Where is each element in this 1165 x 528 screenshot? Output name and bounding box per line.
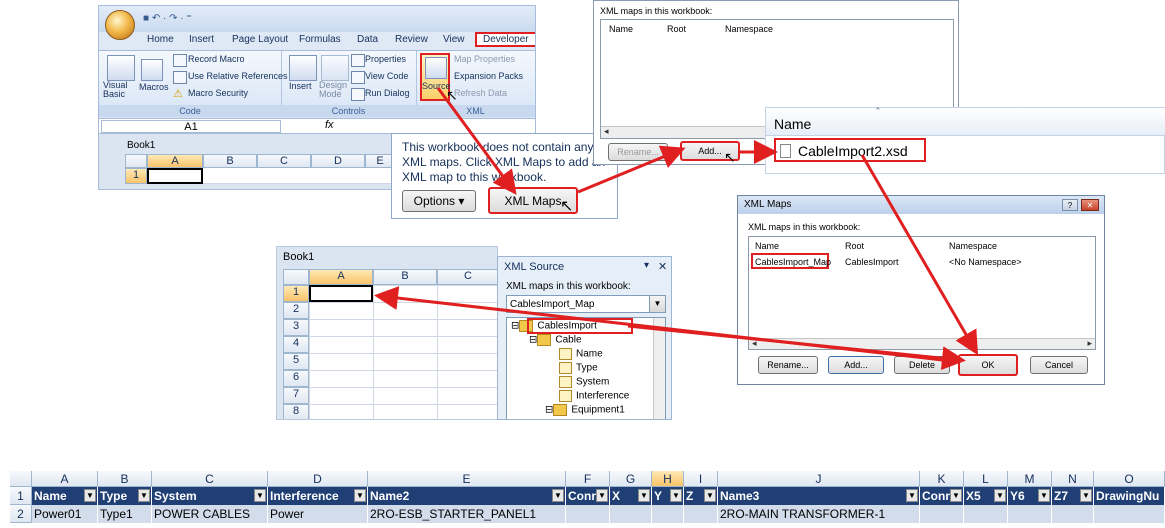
table-cell[interactable] xyxy=(684,505,718,523)
table-cell[interactable]: Power xyxy=(268,505,368,523)
table-header-cell[interactable]: Name3 ▼ xyxy=(718,487,920,505)
table-header-cell[interactable]: Z7 ▼ xyxy=(1052,487,1094,505)
row-header[interactable]: 2 xyxy=(10,505,32,523)
column-header[interactable]: F xyxy=(566,471,610,487)
row-header[interactable]: 1 xyxy=(10,487,32,505)
table-cell[interactable] xyxy=(920,505,964,523)
arrow-tree-to-ok xyxy=(627,324,966,371)
column-header[interactable]: M xyxy=(1008,471,1052,487)
table-cell[interactable] xyxy=(610,505,652,523)
table-cell[interactable]: Power01 xyxy=(32,505,98,523)
table-header-cell[interactable]: X ▼ xyxy=(610,487,652,505)
result-sheet: A B C D E F G H I J K L M N O 1 2 Name ▼ … xyxy=(10,471,1165,526)
table-header-cell[interactable]: Y6 ▼ xyxy=(1008,487,1052,505)
table-header-cell[interactable]: Conn ▼ xyxy=(920,487,964,505)
column-header[interactable]: B xyxy=(98,471,152,487)
column-header[interactable]: O xyxy=(1094,471,1165,487)
filter-dropdown-icon[interactable]: ▼ xyxy=(354,489,366,502)
filter-dropdown-icon[interactable]: ▼ xyxy=(638,489,650,502)
filter-dropdown-icon[interactable]: ▼ xyxy=(596,489,608,502)
column-header[interactable]: I xyxy=(684,471,718,487)
table-header-cell[interactable]: Name ▼ xyxy=(32,487,98,505)
column-header[interactable]: H xyxy=(652,471,684,487)
column-header[interactable]: J xyxy=(718,471,920,487)
table-header-cell[interactable]: Z ▼ xyxy=(684,487,718,505)
annotation-arrows xyxy=(374,87,979,371)
column-header[interactable]: C xyxy=(152,471,268,487)
column-header[interactable]: L xyxy=(964,471,1008,487)
filter-dropdown-icon[interactable]: ▼ xyxy=(138,489,150,502)
table-cell[interactable]: 2RO-ESB_STARTER_PANEL1 xyxy=(368,505,566,523)
column-header[interactable]: K xyxy=(920,471,964,487)
arrow-file-to-map xyxy=(860,154,979,356)
table-cell[interactable]: Type1 xyxy=(98,505,152,523)
table-header-cell[interactable]: X5 ▼ xyxy=(964,487,1008,505)
filter-dropdown-icon[interactable]: ▼ xyxy=(994,489,1006,502)
table-cell[interactable] xyxy=(566,505,610,523)
table-cell[interactable] xyxy=(1008,505,1052,523)
table-header-cell[interactable]: DrawingNu xyxy=(1094,487,1165,505)
table-header-cell[interactable]: System ▼ xyxy=(152,487,268,505)
table-cell[interactable] xyxy=(1094,505,1165,523)
filter-dropdown-icon[interactable]: ▼ xyxy=(704,489,716,502)
filter-dropdown-icon[interactable]: ▼ xyxy=(950,489,962,502)
filter-dropdown-icon[interactable]: ▼ xyxy=(670,489,682,502)
column-header[interactable]: E xyxy=(368,471,566,487)
filter-dropdown-icon[interactable]: ▼ xyxy=(552,489,564,502)
table-header-cell[interactable]: Name2 ▼ xyxy=(368,487,566,505)
table-cell[interactable] xyxy=(652,505,684,523)
table-cell[interactable] xyxy=(1052,505,1094,523)
arrow-xmlmaps-to-add xyxy=(577,145,686,194)
table-cell[interactable] xyxy=(964,505,1008,523)
filter-dropdown-icon[interactable]: ▼ xyxy=(1038,489,1050,502)
table-cell[interactable]: POWER CABLES xyxy=(152,505,268,523)
table-header-cell[interactable]: Type ▼ xyxy=(98,487,152,505)
column-header[interactable]: N xyxy=(1052,471,1094,487)
filter-dropdown-icon[interactable]: ▼ xyxy=(906,489,918,502)
filter-dropdown-icon[interactable]: ▼ xyxy=(254,489,266,502)
table-cell[interactable]: 2RO-MAIN TRANSFORMER-1 xyxy=(718,505,920,523)
select-all-corner[interactable] xyxy=(10,471,32,487)
filter-dropdown-icon[interactable]: ▼ xyxy=(1080,489,1092,502)
table-header-cell[interactable]: Y ▼ xyxy=(652,487,684,505)
table-header-cell[interactable]: Conn ▼ xyxy=(566,487,610,505)
column-header[interactable]: D xyxy=(268,471,368,487)
column-header[interactable]: G xyxy=(610,471,652,487)
column-header[interactable]: A xyxy=(32,471,98,487)
arrow-source-to-xmlmaps xyxy=(436,87,517,195)
table-header-cell[interactable]: Interference ▼ xyxy=(268,487,368,505)
filter-dropdown-icon[interactable]: ▼ xyxy=(84,489,96,502)
